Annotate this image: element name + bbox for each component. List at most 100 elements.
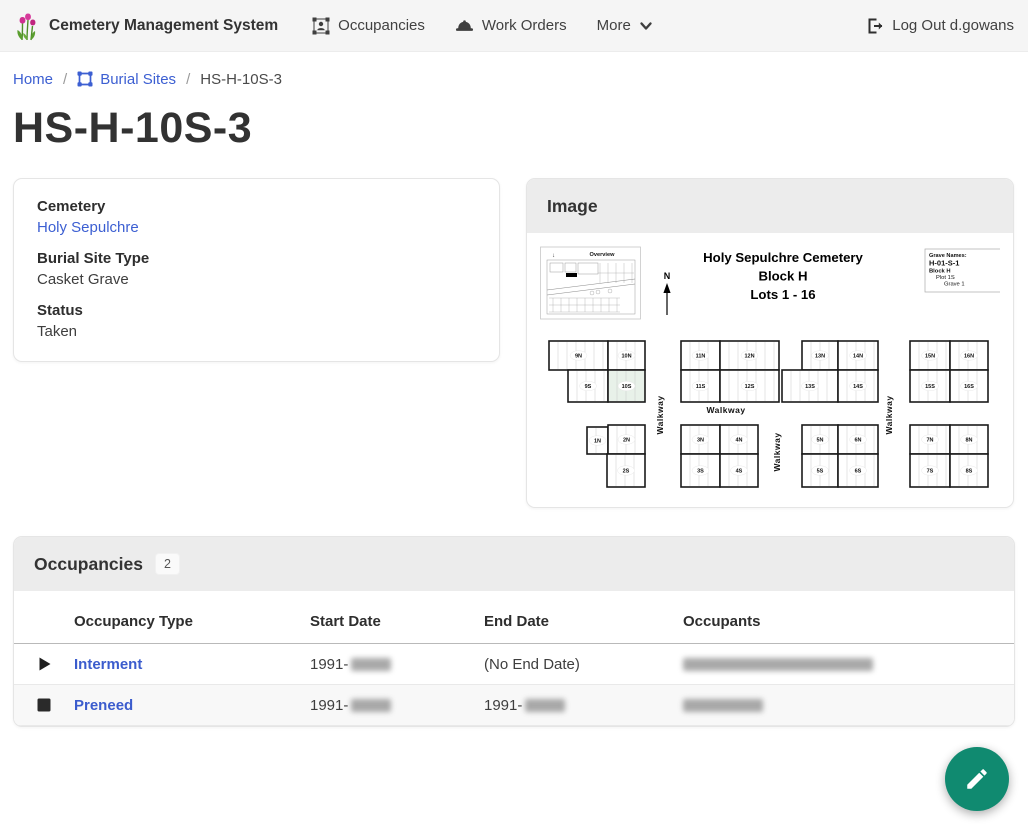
nav-label: Occupancies (338, 17, 425, 34)
plot-cell-14N: 14N (838, 341, 878, 370)
plot-cell-15S: 15S (910, 370, 950, 402)
field-status: Status Taken (37, 302, 476, 340)
start-date-cell: 1991- (310, 697, 484, 714)
plot-cell-5S: 5S (802, 454, 838, 487)
occupants-cell (683, 697, 1014, 714)
svg-text:6N: 6N (854, 438, 861, 444)
occupancies-card: Occupancies 2 Occupancy Type Start Date … (13, 536, 1015, 727)
occupancies-title: Occupancies (34, 554, 143, 575)
plot-cell-3N: 3N (681, 425, 720, 454)
redacted-text (525, 699, 565, 712)
app-title: Cemetery Management System (49, 17, 278, 35)
svg-text:8S: 8S (966, 469, 973, 475)
plot-cell-1N: 1N (587, 427, 608, 454)
nav-label: Work Orders (482, 17, 567, 34)
end-date-cell: 1991- (484, 697, 683, 714)
nav-item-work-orders[interactable]: Work Orders (455, 17, 567, 34)
cards-row: Cemetery Holy Sepulchre Burial Site Type… (0, 178, 1028, 508)
breadcrumb-home[interactable]: Home (13, 71, 53, 88)
svg-text:15S: 15S (925, 384, 935, 390)
plot-cell-15N: 15N (910, 341, 950, 370)
field-label: Burial Site Type (37, 250, 476, 267)
svg-text:Walkway: Walkway (772, 433, 782, 472)
plot-cell-14S: 14S (838, 370, 878, 402)
breadcrumb-burial-sites[interactable]: Burial Sites (77, 71, 176, 88)
field-value: Taken (37, 323, 476, 340)
svg-text:4S: 4S (736, 469, 743, 475)
plot-cell-11S: 11S (681, 370, 720, 402)
svg-text:9N: 9N (575, 354, 582, 360)
plot-cell-4S: 4S (720, 454, 758, 487)
image-card: Image Overview↓NHoly Sepulchre CemeteryB… (526, 178, 1014, 508)
plot-cell-10N: 10N (608, 341, 645, 370)
table-row: Interment 1991-(No End Date) (14, 644, 1014, 685)
col-end-date: End Date (484, 613, 683, 630)
plot-cell-7N: 7N (910, 425, 950, 454)
redacted-occupants (683, 699, 763, 712)
person-frame-icon (312, 17, 330, 35)
svg-text:↓: ↓ (552, 253, 555, 259)
logout-label: Log Out d.gowans (892, 17, 1014, 34)
svg-text:N: N (664, 271, 671, 281)
plot-map-image[interactable]: Overview↓NHoly Sepulchre CemeteryBlock H… (527, 233, 1013, 507)
svg-text:Block H: Block H (929, 269, 951, 275)
svg-text:12S: 12S (745, 384, 755, 390)
stop-status-icon (14, 698, 74, 712)
app-brand[interactable]: Cemetery Management System (14, 11, 278, 41)
nav-item-occupancies[interactable]: Occupancies (312, 17, 425, 35)
plot-cell-3S: 3S (681, 454, 720, 487)
plot-cell-16N: 16N (950, 341, 988, 370)
svg-text:9S: 9S (585, 384, 592, 390)
svg-text:7S: 7S (927, 469, 934, 475)
field-burial-site-type: Burial Site Type Casket Grave (37, 250, 476, 288)
cemetery-link[interactable]: Holy Sepulchre (37, 219, 139, 236)
svg-text:5N: 5N (816, 438, 823, 444)
plot-cell-9N: 9N (549, 341, 608, 370)
nav-items: Occupancies Work Orders More (312, 17, 653, 35)
breadcrumb-separator: / (63, 71, 67, 88)
svg-text:16N: 16N (964, 354, 974, 360)
plot-cell-12S: 12S (720, 370, 779, 402)
details-card: Cemetery Holy Sepulchre Burial Site Type… (13, 178, 500, 362)
plot-cell-11N: 11N (681, 341, 720, 370)
image-card-header: Image (527, 179, 1013, 233)
svg-text:Block H: Block H (758, 269, 807, 284)
svg-text:Lots 1 - 16: Lots 1 - 16 (750, 287, 815, 302)
svg-text:12N: 12N (744, 354, 754, 360)
svg-text:Walkway: Walkway (655, 396, 665, 435)
edit-fab-button[interactable] (945, 747, 1009, 811)
occupancy-type-link[interactable]: Interment (74, 656, 142, 673)
svg-text:Grave 1: Grave 1 (944, 282, 965, 288)
svg-text:3S: 3S (697, 469, 704, 475)
svg-text:Overview: Overview (590, 252, 616, 258)
breadcrumb-separator: / (186, 71, 190, 88)
svg-text:14S: 14S (853, 384, 863, 390)
top-navbar: Cemetery Management System Occupancies (0, 0, 1028, 52)
svg-text:11N: 11N (696, 354, 706, 360)
plot-cell-13S: 13S (782, 370, 838, 402)
start-date-cell: 1991- (310, 656, 484, 673)
redacted-text (351, 699, 391, 712)
end-date-cell: (No End Date) (484, 656, 683, 673)
table-header-row: Occupancy Type Start Date End Date Occup… (14, 600, 1014, 644)
chevron-down-icon (639, 19, 653, 33)
occupancies-table: Occupancy Type Start Date End Date Occup… (14, 600, 1014, 726)
col-occupants: Occupants (683, 613, 1014, 630)
plot-cell-12N: 12N (720, 341, 779, 370)
bounding-box-icon (77, 71, 93, 87)
svg-text:6S: 6S (855, 469, 862, 475)
page-title: HS-H-10S-3 (13, 104, 1028, 153)
logout-button[interactable]: Log Out d.gowans (866, 17, 1014, 35)
occupancy-type-link[interactable]: Preneed (74, 697, 133, 714)
plot-cell-8N: 8N (950, 425, 988, 454)
plot-cell-4N: 4N (720, 425, 758, 454)
redacted-text (351, 658, 391, 671)
plot-cell-2S: 2S (607, 454, 645, 487)
svg-text:10N: 10N (621, 354, 631, 360)
svg-text:7N: 7N (926, 438, 933, 444)
svg-text:Plot 1S: Plot 1S (936, 275, 955, 281)
image-card-title: Image (547, 196, 598, 217)
plot-map-svg: Overview↓NHoly Sepulchre CemeteryBlock H… (540, 245, 1000, 495)
svg-text:2N: 2N (623, 438, 630, 444)
nav-item-more[interactable]: More (597, 17, 653, 34)
